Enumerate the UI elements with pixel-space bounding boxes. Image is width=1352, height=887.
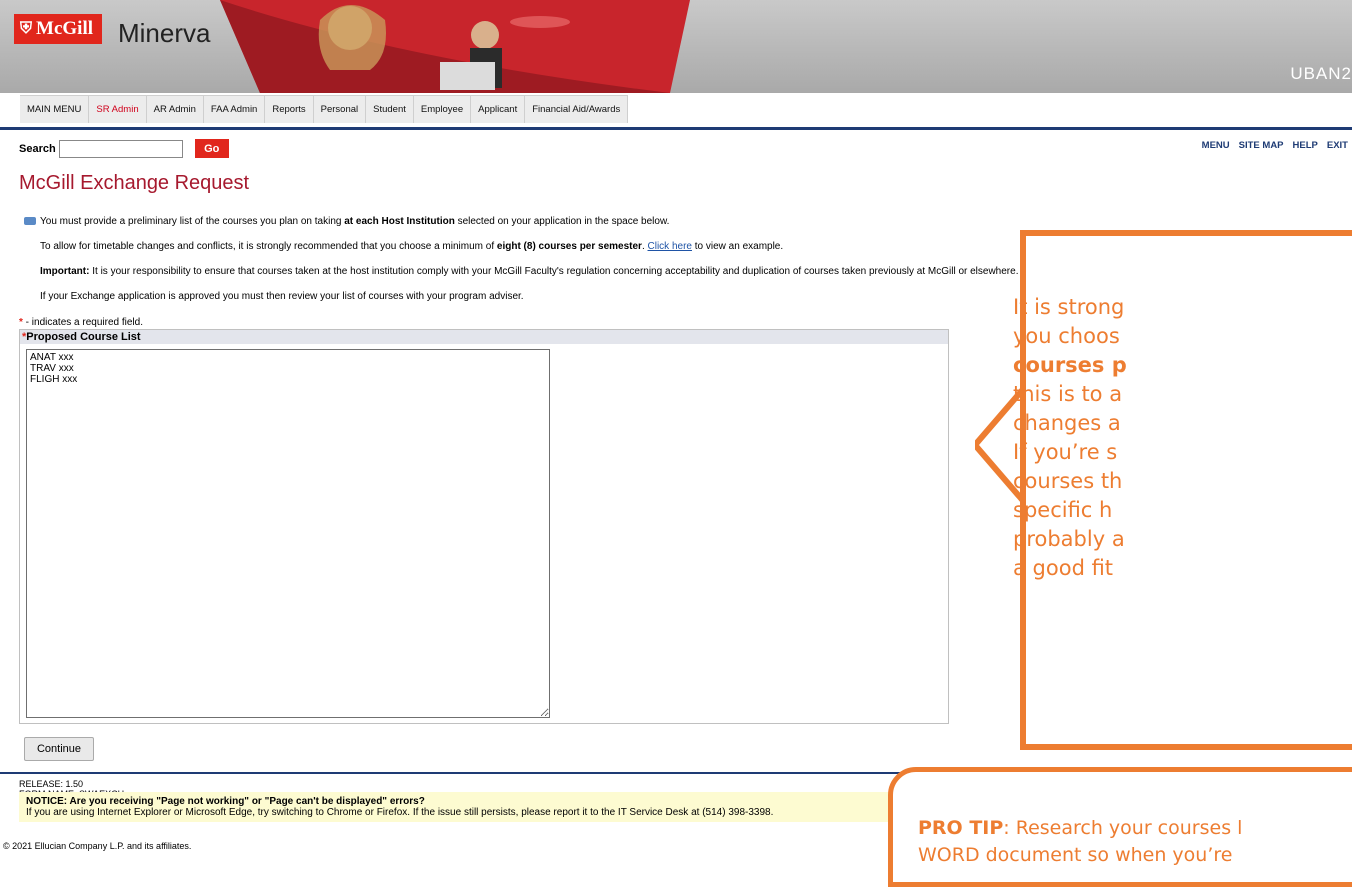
page-title: McGill Exchange Request bbox=[19, 172, 250, 194]
info-line-4: If your Exchange application is approved… bbox=[40, 291, 524, 302]
header-photo bbox=[200, 0, 690, 93]
tab-employee[interactable]: Employee bbox=[413, 95, 472, 123]
tab-main-menu[interactable]: MAIN MENU bbox=[20, 95, 90, 123]
copyright: © 2021 Ellucian Company L.P. and its aff… bbox=[3, 841, 192, 851]
speech-bubble-icon bbox=[24, 217, 36, 225]
shield-icon: ⛨ bbox=[20, 20, 33, 37]
release-version: RELEASE: 1.50 bbox=[19, 779, 84, 789]
tab-ar-admin[interactable]: AR Admin bbox=[146, 95, 204, 123]
tab-reports[interactable]: Reports bbox=[265, 95, 314, 123]
course-list-panel: *Proposed Course List ANAT xxx TRAV xxx … bbox=[19, 329, 949, 724]
tab-applicant[interactable]: Applicant bbox=[471, 95, 526, 123]
exit-link[interactable]: EXIT bbox=[1327, 140, 1348, 151]
nav-divider bbox=[0, 127, 1352, 130]
course-list-header: *Proposed Course List bbox=[20, 330, 948, 344]
menu-link[interactable]: MENU bbox=[1202, 140, 1230, 151]
top-links: MENU SITE MAP HELP EXIT bbox=[1202, 140, 1348, 151]
info-line-3: Important: It is your responsibility to … bbox=[40, 266, 1019, 277]
site-map-link[interactable]: SITE MAP bbox=[1239, 140, 1284, 151]
notice-box: NOTICE: Are you receiving "Page not work… bbox=[19, 792, 894, 822]
example-link[interactable]: Click here bbox=[648, 241, 692, 252]
search-bar: Search Go bbox=[19, 139, 229, 158]
info-line-1: You must provide a preliminary list of t… bbox=[24, 216, 669, 227]
help-link[interactable]: HELP bbox=[1293, 140, 1318, 151]
info-line-2: To allow for timetable changes and confl… bbox=[40, 241, 784, 252]
notice-title: NOTICE: Are you receiving "Page not work… bbox=[26, 796, 425, 807]
user-id: UBAN2 bbox=[1290, 64, 1352, 83]
mcgill-logo[interactable]: ⛨ McGill bbox=[14, 14, 102, 44]
continue-button[interactable]: Continue bbox=[24, 737, 94, 761]
tab-financial-aid[interactable]: Financial Aid/Awards bbox=[525, 95, 629, 123]
header-banner: ⛨ McGill Minerva UBAN2 bbox=[0, 0, 1352, 93]
notice-body: If you are using Internet Explorer or Mi… bbox=[26, 807, 774, 818]
callout-text: It is strong you choos courses p this is… bbox=[1013, 295, 1127, 580]
course-list-textarea[interactable]: ANAT xxx TRAV xxx FLIGH xxx bbox=[26, 349, 550, 718]
search-input[interactable] bbox=[58, 139, 183, 158]
protip-text: PRO TIP: Research your courses l WORD do… bbox=[918, 817, 1243, 866]
search-label: Search bbox=[19, 142, 56, 155]
required-note: * - indicates a required field. bbox=[19, 317, 143, 328]
logo-text: McGill bbox=[36, 18, 93, 39]
tab-faa-admin[interactable]: FAA Admin bbox=[203, 95, 266, 123]
main-nav: MAIN MENU SR Admin AR Admin FAA Admin Re… bbox=[0, 93, 1352, 130]
nav-tabs: MAIN MENU SR Admin AR Admin FAA Admin Re… bbox=[20, 95, 629, 123]
go-button[interactable]: Go bbox=[194, 139, 229, 158]
app-name: Minerva bbox=[118, 18, 211, 48]
tab-personal[interactable]: Personal bbox=[313, 95, 367, 123]
tab-student[interactable]: Student bbox=[366, 95, 414, 123]
tab-sr-admin[interactable]: SR Admin bbox=[89, 95, 147, 123]
